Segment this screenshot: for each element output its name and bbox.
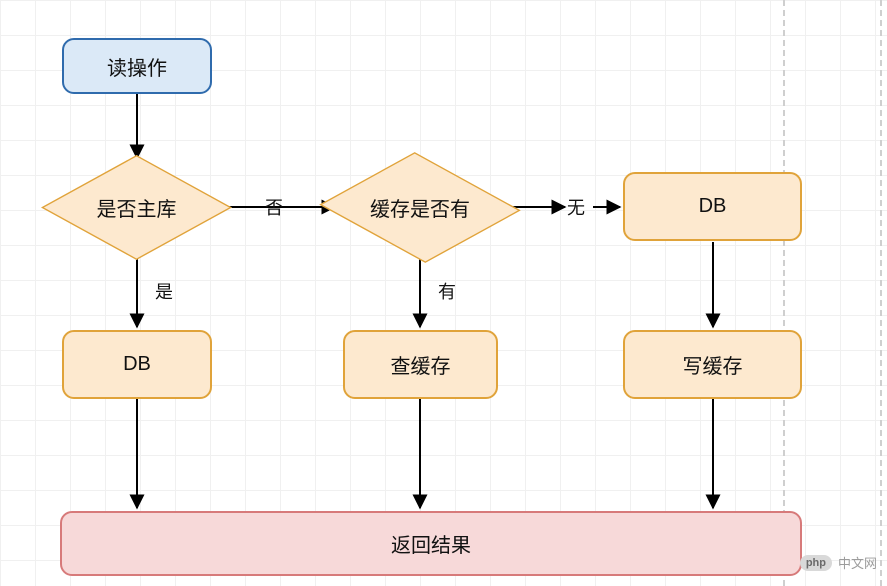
node-cache-write-label: 写缓存 xyxy=(683,350,743,379)
node-cache-read: 查缓存 xyxy=(343,330,498,399)
edge-label-no-1: 否 xyxy=(265,194,283,220)
node-decision-primary: 是否主库 xyxy=(69,140,204,275)
diagram-canvas: 读操作 是否主库 缓存是否有 DB DB 查缓存 写缓存 返回结果 否 无 是 … xyxy=(0,0,887,586)
node-db-left: DB xyxy=(62,330,212,399)
node-result-label: 返回结果 xyxy=(391,529,471,558)
node-start: 读操作 xyxy=(62,38,212,94)
watermark: php 中文网 xyxy=(800,553,877,572)
node-db-right: DB xyxy=(623,172,802,241)
node-db-left-label: DB xyxy=(123,353,151,376)
node-decision-cache-label: 缓存是否有 xyxy=(345,140,495,275)
node-cache-write: 写缓存 xyxy=(623,330,802,399)
edge-label-none: 无 xyxy=(567,194,585,220)
node-db-right-label: DB xyxy=(699,195,727,218)
watermark-text: 中文网 xyxy=(838,553,877,572)
edge-label-yes: 是 xyxy=(155,278,173,304)
node-cache-read-label: 查缓存 xyxy=(391,350,451,379)
node-decision-cache: 缓存是否有 xyxy=(345,140,495,275)
edge-label-has: 有 xyxy=(438,278,456,304)
watermark-badge: php xyxy=(800,555,832,571)
node-start-label: 读操作 xyxy=(107,52,167,81)
node-decision-primary-label: 是否主库 xyxy=(69,140,204,275)
node-result: 返回结果 xyxy=(60,511,802,576)
